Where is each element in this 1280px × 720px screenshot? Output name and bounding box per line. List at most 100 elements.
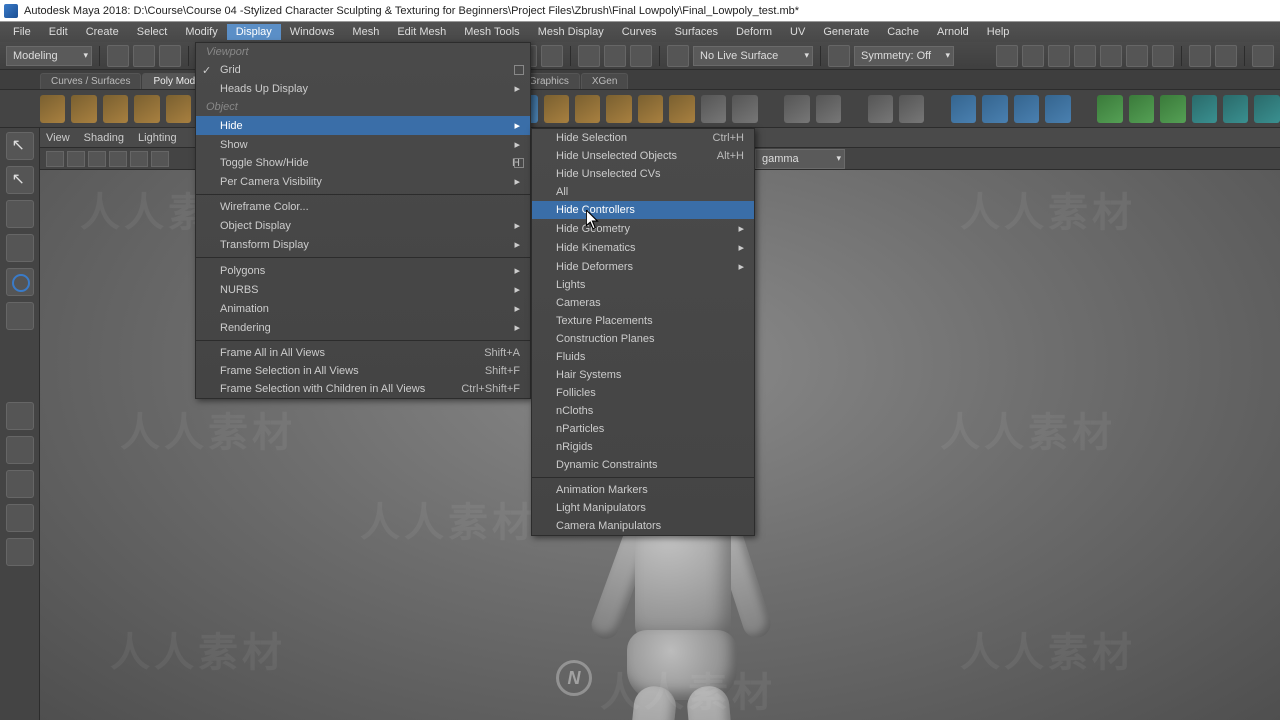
viewport-menu-view[interactable]: View xyxy=(46,132,70,144)
shelf-icon-11[interactable] xyxy=(868,95,893,123)
menu-item-frame-selection-with-children-in-all-views[interactable]: Frame Selection with Children in All Vie… xyxy=(196,380,530,398)
menu-item-nparticles[interactable]: nParticles xyxy=(532,420,754,438)
vp-icon[interactable] xyxy=(67,151,85,167)
menu-item-hide[interactable]: Hide▸ xyxy=(196,116,530,135)
shelf-icon-16[interactable] xyxy=(1045,95,1070,123)
menu-item-nrigids[interactable]: nRigids xyxy=(532,438,754,456)
menu-item-follicles[interactable]: Follicles xyxy=(532,384,754,402)
menu-generate[interactable]: Generate xyxy=(814,24,878,40)
shelf-icon-20[interactable] xyxy=(1192,95,1217,123)
menu-item-hair-systems[interactable]: Hair Systems xyxy=(532,366,754,384)
shelf-icon-22[interactable] xyxy=(1254,95,1279,123)
shelf-icon-18[interactable] xyxy=(1129,95,1154,123)
ipr-icon[interactable] xyxy=(604,45,626,67)
render-settings-icon[interactable] xyxy=(630,45,652,67)
menu-edit-mesh[interactable]: Edit Mesh xyxy=(388,24,455,40)
account-icon[interactable] xyxy=(1252,45,1274,67)
menu-uv[interactable]: UV xyxy=(781,24,814,40)
shelf-tab-curves-surfaces[interactable]: Curves / Surfaces xyxy=(40,73,141,89)
poly-cone-icon[interactable] xyxy=(134,95,159,123)
menu-item-animation[interactable]: Animation▸ xyxy=(196,299,530,318)
menu-item-texture-placements[interactable]: Texture Placements xyxy=(532,312,754,330)
poly-cylinder-icon[interactable] xyxy=(103,95,128,123)
menu-item-toggle-show-hide[interactable]: Toggle Show/HideH xyxy=(196,154,530,172)
shelf-icon-4[interactable] xyxy=(606,95,631,123)
menu-item-camera-manipulators[interactable]: Camera Manipulators xyxy=(532,517,754,535)
menu-mesh-display[interactable]: Mesh Display xyxy=(529,24,613,40)
gamma-combo[interactable]: gamma xyxy=(755,149,845,169)
layout-outliner-icon[interactable] xyxy=(6,504,34,532)
panel-f-icon[interactable] xyxy=(1126,45,1148,67)
menu-item-frame-all-in-all-views[interactable]: Frame All in All ViewsShift+A xyxy=(196,344,530,362)
viewport-menu-shading[interactable]: Shading xyxy=(84,132,124,144)
vp-icon[interactable] xyxy=(109,151,127,167)
save-scene-icon[interactable] xyxy=(159,45,181,67)
menu-item-hide-controllers[interactable]: Hide Controllers xyxy=(532,201,754,219)
shelf-icon-14[interactable] xyxy=(982,95,1007,123)
shelf-icon-9[interactable] xyxy=(784,95,809,123)
menu-select[interactable]: Select xyxy=(128,24,177,40)
scale-tool-icon[interactable] xyxy=(6,268,34,296)
shelf-icon-17[interactable] xyxy=(1097,95,1122,123)
shelf-icon-3[interactable] xyxy=(575,95,600,123)
panel-c-icon[interactable] xyxy=(1048,45,1070,67)
vp-icon[interactable] xyxy=(130,151,148,167)
shelf-icon-8[interactable] xyxy=(732,95,757,123)
layout-graph-icon[interactable] xyxy=(6,538,34,566)
menu-arnold[interactable]: Arnold xyxy=(928,24,978,40)
menu-item-all[interactable]: All xyxy=(532,183,754,201)
menu-item-transform-display[interactable]: Transform Display▸ xyxy=(196,235,530,254)
live-surface-combo[interactable]: No Live Surface xyxy=(693,46,813,66)
menu-windows[interactable]: Windows xyxy=(281,24,344,40)
menu-item-rendering[interactable]: Rendering▸ xyxy=(196,318,530,337)
magnet-icon[interactable] xyxy=(667,45,689,67)
symmetry-combo[interactable]: Symmetry: Off xyxy=(854,46,954,66)
poly-sphere-icon[interactable] xyxy=(40,95,65,123)
move-tool-icon[interactable] xyxy=(6,200,34,228)
lasso-tool-icon[interactable] xyxy=(6,166,34,194)
symmetry-icon[interactable] xyxy=(828,45,850,67)
menu-curves[interactable]: Curves xyxy=(613,24,666,40)
panel-g-icon[interactable] xyxy=(1152,45,1174,67)
menu-item-light-manipulators[interactable]: Light Manipulators xyxy=(532,499,754,517)
render-icon[interactable] xyxy=(578,45,600,67)
menu-item-hide-unselected-objects[interactable]: Hide Unselected ObjectsAlt+H xyxy=(532,147,754,165)
poly-torus-icon[interactable] xyxy=(166,95,191,123)
panel-d-icon[interactable] xyxy=(1074,45,1096,67)
menu-display[interactable]: Display xyxy=(227,24,281,40)
menu-item-object-display[interactable]: Object Display▸ xyxy=(196,216,530,235)
menu-file[interactable]: File xyxy=(4,24,40,40)
menu-item-ncloths[interactable]: nCloths xyxy=(532,402,754,420)
shelf-icon-2[interactable] xyxy=(544,95,569,123)
panel-b-icon[interactable] xyxy=(1022,45,1044,67)
play-icon[interactable] xyxy=(1189,45,1211,67)
menu-item-construction-planes[interactable]: Construction Planes xyxy=(532,330,754,348)
shelf-icon-5[interactable] xyxy=(638,95,663,123)
vp-icon[interactable] xyxy=(151,151,169,167)
vp-icon[interactable] xyxy=(46,151,64,167)
menu-item-polygons[interactable]: Polygons▸ xyxy=(196,261,530,280)
menu-item-animation-markers[interactable]: Animation Markers xyxy=(532,481,754,499)
select-tool-icon[interactable] xyxy=(6,132,34,160)
display-menu[interactable]: Viewport✓GridHeads Up Display▸ObjectHide… xyxy=(195,42,531,399)
panel-a-icon[interactable] xyxy=(996,45,1018,67)
viewport-menu-lighting[interactable]: Lighting xyxy=(138,132,177,144)
menu-surfaces[interactable]: Surfaces xyxy=(666,24,727,40)
shelf-icon-13[interactable] xyxy=(951,95,976,123)
menu-mesh-tools[interactable]: Mesh Tools xyxy=(455,24,528,40)
menu-item-per-camera-visibility[interactable]: Per Camera Visibility▸ xyxy=(196,172,530,191)
menu-item-fluids[interactable]: Fluids xyxy=(532,348,754,366)
open-scene-icon[interactable] xyxy=(133,45,155,67)
last-tool-icon[interactable] xyxy=(6,302,34,330)
hide-submenu[interactable]: Hide SelectionCtrl+HHide Unselected Obje… xyxy=(531,128,755,536)
menu-cache[interactable]: Cache xyxy=(878,24,928,40)
shelf-icon-15[interactable] xyxy=(1014,95,1039,123)
poly-cube-icon[interactable] xyxy=(71,95,96,123)
menu-item-wireframe-color-[interactable]: Wireframe Color... xyxy=(196,198,530,216)
menu-item-hide-kinematics[interactable]: Hide Kinematics▸ xyxy=(532,238,754,257)
menu-deform[interactable]: Deform xyxy=(727,24,781,40)
layout-two-icon[interactable] xyxy=(6,470,34,498)
workspace-combo[interactable]: Modeling xyxy=(6,46,92,66)
layout-single-icon[interactable] xyxy=(6,402,34,430)
menu-item-hide-selection[interactable]: Hide SelectionCtrl+H xyxy=(532,129,754,147)
